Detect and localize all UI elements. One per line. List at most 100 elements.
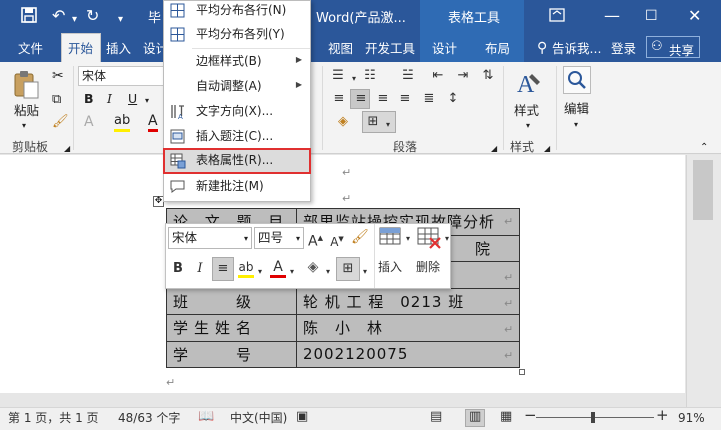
language[interactable]: 中文(中国) [230,411,287,425]
ribbon-font-name[interactable]: 宋体 [78,66,164,86]
shrink-font-icon[interactable]: A▼ [330,231,344,250]
tell-me-box[interactable]: 告诉我... [552,41,601,57]
mini-insert-label[interactable]: 插入 [376,259,404,275]
shading-icon[interactable]: ◈ [304,259,322,275]
chevron-down-icon[interactable]: ▾ [256,263,264,280]
table-cell-label[interactable]: 学生姓名 [166,314,297,342]
distributed-icon[interactable]: ≣ [420,91,438,107]
align-right-icon[interactable]: ≡ [374,91,392,107]
macro-record-icon[interactable]: ▣ [296,410,308,424]
bullets-icon[interactable]: ☰ [330,68,346,84]
tab-view[interactable]: 视图 [328,41,353,57]
tab-developer[interactable]: 开发工具 [365,41,415,57]
chevron-down-icon[interactable]: ▾ [443,230,451,247]
underline-dropdown-icon[interactable]: ▾ [145,93,149,109]
menu-item-border-styles[interactable]: 边框样式(B) ▶ [164,50,310,74]
highlight-icon[interactable]: ab [238,259,254,278]
page-count[interactable]: 第 1 页，共 1 页 [8,411,99,425]
chevron-down-icon[interactable]: ▾ [288,263,296,280]
mini-delete-label[interactable]: 删除 [414,259,442,275]
maximize-icon[interactable]: ☐ [645,6,658,26]
insert-table-icon[interactable] [379,226,403,248]
share-button[interactable]: ⚇ 共享 [646,36,700,58]
underline-button[interactable]: U [128,91,137,107]
menu-item-new-comment[interactable]: 新建批注(M) [164,175,310,199]
chevron-down-icon[interactable]: ▾ [324,263,332,280]
decrease-indent-icon[interactable]: ⇤ [430,68,446,84]
table-cell-value[interactable]: 陈 小 林 [295,314,521,342]
table-cell-label[interactable]: 学 号 [166,340,297,368]
menu-item-autofit[interactable]: 自动调整(A) ▶ [164,75,310,99]
save-icon[interactable] [20,6,38,29]
paste-dropdown-icon[interactable]: ▾ [22,118,26,134]
bold-button[interactable]: B [84,91,94,107]
styles-icon[interactable]: A [514,68,544,98]
shading-icon[interactable]: ◈ [335,114,351,130]
format-painter-icon[interactable]: 🖌 [52,114,69,130]
table-cell-label[interactable]: 班 级 [166,287,297,315]
align-left-icon[interactable]: ≡ [330,91,348,107]
menu-item-insert-caption[interactable]: 插入题注(C)... [164,125,310,149]
sort-icon[interactable]: ⇅ [480,68,496,84]
chevron-down-icon[interactable]: ▾ [404,230,412,247]
cut-icon[interactable]: ✂ [52,68,64,84]
zoom-in-icon[interactable]: + [656,408,669,423]
menu-item-distribute-columns[interactable]: 平均分布各列(Y) [164,23,310,47]
web-layout-icon[interactable]: ▦ [500,410,512,424]
text-effects-icon[interactable]: A [84,114,94,130]
collapse-ribbon-icon[interactable]: ⌃ [700,140,708,156]
zoom-out-icon[interactable]: − [524,408,537,423]
ribbon-display-icon[interactable] [549,7,565,29]
bullets-dropdown-icon[interactable]: ▾ [350,70,358,87]
proofing-icon[interactable]: 📖 [198,410,214,424]
paste-icon[interactable] [12,70,40,100]
menu-item-table-properties[interactable]: 表格属性(R)... [163,148,311,174]
undo-icon[interactable]: ↶ [52,6,65,26]
font-color-icon[interactable]: A [148,113,158,132]
undo-dropdown-icon[interactable]: ▾ [72,10,77,30]
styles-button-label[interactable]: 样式 [514,103,539,119]
table-cell-value[interactable]: 2002120075 [295,340,521,368]
chevron-down-icon[interactable]: ▾ [361,263,369,280]
scrollbar-thumb[interactable] [693,160,713,220]
paste-label[interactable]: 粘贴 [14,103,39,119]
editing-dropdown-icon[interactable]: ▾ [574,117,578,133]
close-icon[interactable]: ✕ [688,6,701,26]
minimize-icon[interactable]: — [604,6,620,26]
styles-dropdown-icon[interactable]: ▾ [526,118,530,134]
mini-font-size[interactable]: 四号 ▾ [254,227,304,249]
editing-label[interactable]: 编辑 [564,101,589,117]
justify-icon[interactable]: ≡ [396,91,414,107]
word-count[interactable]: 48/63 个字 [118,411,180,425]
highlight-icon[interactable]: ab [114,113,131,132]
table-resize-handle[interactable] [519,369,525,375]
zoom-slider-thumb[interactable] [591,412,595,423]
table-cell-value[interactable]: 轮 机 工 程 0213 班 [295,287,521,315]
borders-dropdown-icon[interactable]: ▾ [384,116,392,133]
zoom-slider-track[interactable] [536,417,654,418]
delete-table-icon[interactable] [417,226,443,250]
customize-toolbar-icon[interactable]: ▾ [118,10,123,30]
tab-insert[interactable]: 插入 [106,41,131,57]
increase-indent-icon[interactable]: ⇥ [455,68,471,84]
read-mode-icon[interactable]: ▤ [430,410,442,424]
zoom-level[interactable]: 91% [678,411,705,425]
mini-bold-button[interactable]: B [171,261,185,277]
tab-table-layout[interactable]: 布局 [485,41,510,57]
numbering-icon[interactable]: ☷ [362,68,378,84]
tab-file[interactable]: 文件 [18,41,43,57]
menu-item-text-direction[interactable]: A 文字方向(X)... [164,100,310,124]
mini-italic-button[interactable]: I [193,261,207,277]
redo-icon[interactable]: ↻ [86,6,99,26]
menu-item-distribute-rows[interactable]: 平均分布各行(N) [164,0,310,23]
italic-button[interactable]: I [107,91,112,107]
mini-font-name[interactable]: 宋体 ▾ [168,227,252,249]
search-icon[interactable] [563,66,591,94]
format-painter-icon[interactable]: 🖌 [351,229,369,245]
font-color-icon[interactable]: A [270,259,286,278]
tab-home[interactable]: 开始 [68,41,93,57]
copy-icon[interactable]: ⧉ [52,92,61,108]
signin-link[interactable]: 登录 [611,41,636,57]
tab-table-design[interactable]: 设计 [432,41,457,57]
grow-font-icon[interactable]: A▲ [308,230,323,250]
